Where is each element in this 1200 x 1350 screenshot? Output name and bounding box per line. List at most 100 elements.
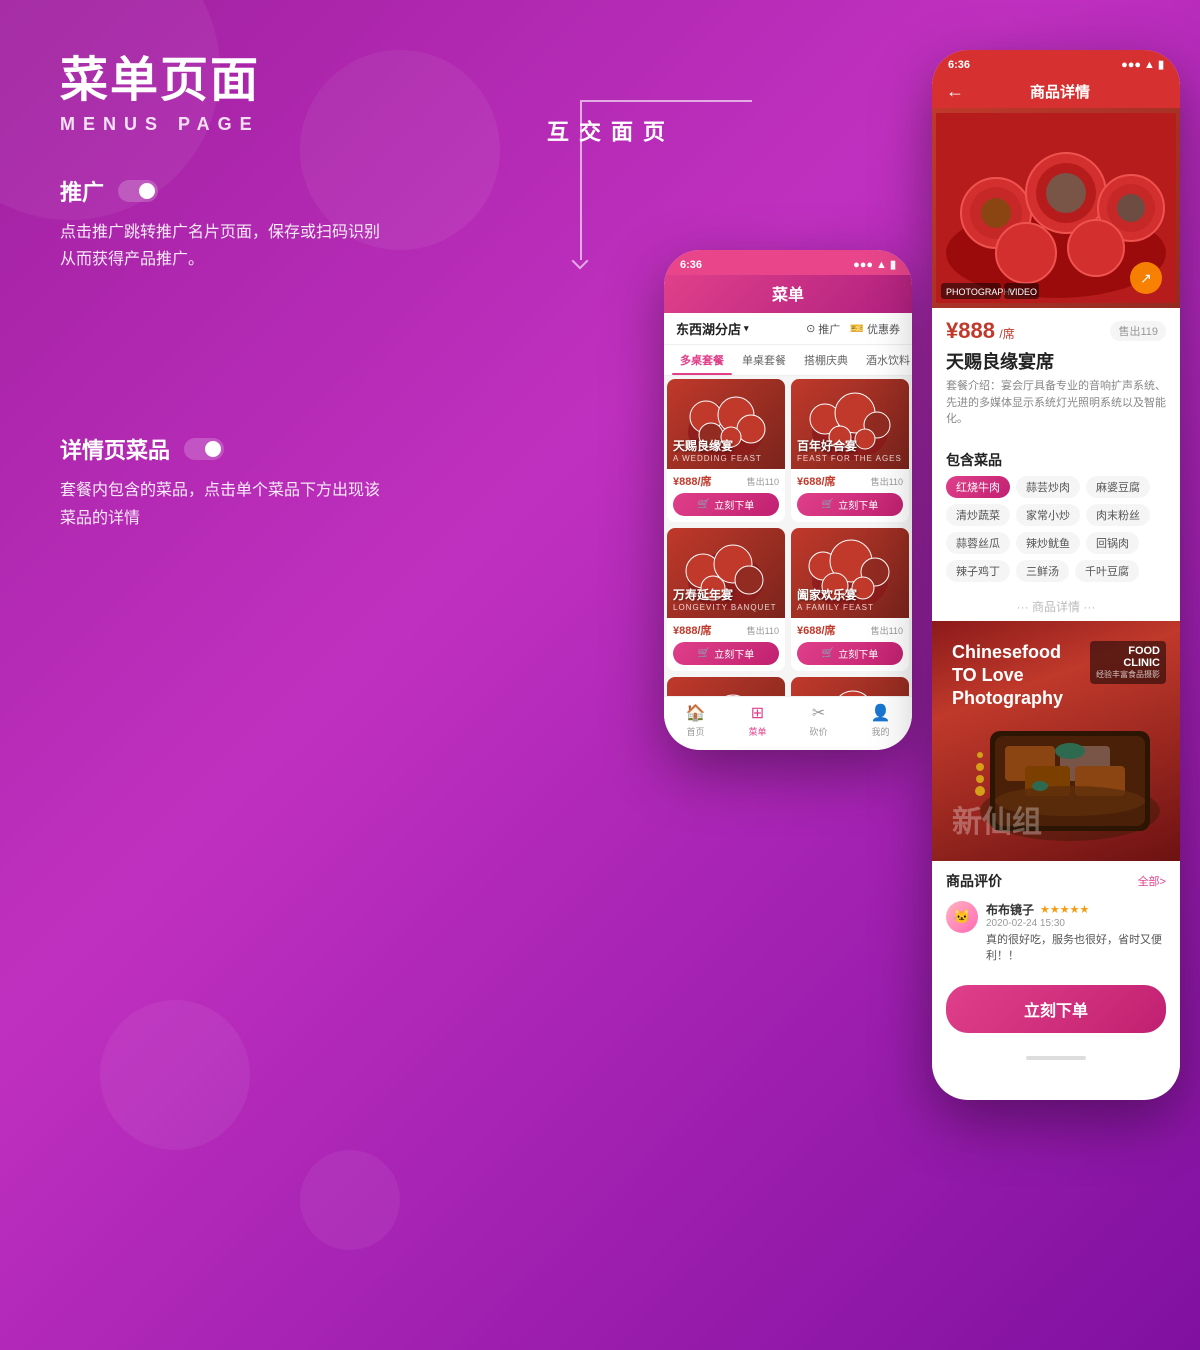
product-detail-header: ← 商品详情 [932,75,1180,108]
chevron-down-icon: ▾ [744,323,749,334]
dish-tag-8[interactable]: 回锅肉 [1086,532,1139,554]
dish-tag-7[interactable]: 辣炒鱿鱼 [1016,532,1080,554]
signal-icon-right: ●●● [1121,59,1141,71]
comment-name-row: 布布镜子 ★★★★★ [986,901,1166,918]
detail-divider: ··· 商品详情 ··· [932,592,1180,621]
cart-icon: 🛒 [698,499,710,510]
home-indicator-right [1026,1056,1086,1060]
card4-order-btn[interactable]: 🛒 立刻下单 [797,642,903,665]
card4-info: ¥688/席 售出110 [791,618,909,640]
status-bar-left: 6:36 ●●● ▲ ▮ [664,250,912,275]
home-icon: 🏠 [686,703,706,723]
bottom-nav: 🏠 首页 ⊞ 菜单 ✂ 砍价 👤 我的 [664,696,912,748]
menu-card-1[interactable]: 天赐良缘宴 A WEDDING FEAST ¥888/席 售出110 🛒 立刻下… [667,379,785,522]
battery-icon-right: ▮ [1158,58,1164,71]
dish-tags-container: 红烧牛肉 蒜芸炒肉 麻婆豆腐 清炒蔬菜 家常小炒 肉末粉丝 蒜蓉丝瓜 辣炒鱿鱼 … [932,476,1180,592]
product-header-title: 商品详情 [972,81,1148,102]
comments-all-link[interactable]: 全部> [1138,873,1166,889]
branch-bar: 东西湖分店 ▾ ⊙ 推广 🎫 优惠券 [664,313,912,345]
menu-card-2[interactable]: 百年好合宴 FEAST FOR THE AGES ¥688/席 售出110 🛒 … [791,379,909,522]
card4-title-overlay: 阖家欢乐宴 A FAMILY FEAST [797,586,874,612]
dish-tag-11[interactable]: 千叶豆腐 [1075,560,1139,582]
cart-icon: 🛒 [698,648,710,659]
comments-title: 商品评价 [946,871,1002,891]
card1-order-btn[interactable]: 🛒 立刻下单 [673,493,779,516]
status-bar-right: 6:36 ●●● ▲ ▮ [932,50,1180,75]
svg-text:↗: ↗ [1140,270,1152,286]
promote-toggle[interactable] [118,180,158,202]
detail-toggle[interactable] [184,438,224,460]
comment-date: 2020-02-24 15:30 [986,918,1166,929]
nav-home[interactable]: 🏠 首页 [686,703,706,738]
feature-detail-label: 详情页菜品 [60,433,170,465]
feature-promote: 推广 点击推广跳转推广名片页面，保存或扫码识别从而获得产品推广。 [60,175,380,273]
order-button[interactable]: 立刻下单 [946,985,1166,1033]
feature-promote-desc: 点击推广跳转推广名片页面，保存或扫码识别从而获得产品推广。 [60,219,380,273]
product-info-section: ¥888 /席 售出119 天赐良缘宴席 套餐介绍：宴会厅具备专业的音响扩声系统… [932,308,1180,442]
cart-icon: 🛒 [822,499,834,510]
page-title-zh: 菜单页面 [60,40,380,110]
nav-menu[interactable]: ⊞ 菜单 [748,703,766,738]
signal-icon: ●●● [853,259,873,271]
menu-card-3[interactable]: 万寿延年宴 LONGEVITY BANQUET ¥888/席 售出110 🛒 立… [667,528,785,671]
card2-title-overlay: 百年好合宴 FEAST FOR THE AGES [797,437,902,463]
comments-section: 商品评价 全部> 🐱 布布镜子 ★★★★★ 2020-02-24 15:30 真… [932,861,1180,975]
back-button[interactable]: ← [946,81,964,102]
comments-header: 商品评价 全部> [946,871,1166,891]
menu-card-4[interactable]: 阖家欢乐宴 A FAMILY FEAST ¥688/席 售出110 🛒 立刻下单 [791,528,909,671]
profile-icon: 👤 [871,703,891,723]
menu-tabs: 多桌套餐 单桌套餐 搭棚庆典 酒水饮料 伴手礼 [664,345,912,376]
tab-drinks[interactable]: 酒水饮料 [858,345,912,375]
wifi-icon-right: ▲ [1144,59,1155,71]
tab-tent[interactable]: 搭棚庆典 [796,345,856,375]
promote-icon: ⊙ [806,322,815,335]
card3-title-overlay: 万寿延年宴 LONGEVITY BANQUET [673,586,777,612]
coupon-icon: 🎫 [850,322,864,335]
order-btn-container: 立刻下单 [932,975,1180,1049]
promote-action[interactable]: ⊙ 推广 [806,321,840,337]
product-desc: 套餐介绍：宴会厅具备专业的音响扩声系统、先进的多媒体显示系统灯光照明系统以及智能… [946,378,1166,428]
price-row: ¥888 /席 售出119 [946,318,1166,344]
menu-card-5[interactable]: 万寿延年宴 LONGEVITY BANQUET ¥888/席 售出110 [667,677,785,696]
card1-info: ¥888/席 售出110 [667,469,785,491]
home-bar-right [932,1049,1180,1067]
coupon-label: 优惠券 [867,321,900,337]
dish-tag-5[interactable]: 肉末粉丝 [1086,504,1150,526]
nav-bargain[interactable]: ✂ 砍价 [810,703,828,738]
menu-grid: 天赐良缘宴 A WEDDING FEAST ¥888/席 售出110 🛒 立刻下… [664,376,912,696]
card2-order-btn[interactable]: 🛒 立刻下单 [797,493,903,516]
phone-menu-list: 6:36 ●●● ▲ ▮ 菜单 东西湖分店 ▾ ⊙ 推广 � [664,250,912,750]
phone-product-detail: 6:36 ●●● ▲ ▮ ← 商品详情 [932,50,1180,1100]
tab-multi-table[interactable]: 多桌套餐 [672,345,732,375]
dish-tag-4[interactable]: 家常小炒 [1016,504,1080,526]
card3-info: ¥888/席 售出110 [667,618,785,640]
tab-single-table[interactable]: 单桌套餐 [734,345,794,375]
feature-promote-label: 推广 [60,175,104,207]
time-left: 6:36 [680,259,702,271]
dish-tag-9[interactable]: 辣子鸡丁 [946,560,1010,582]
comment-stars: ★★★★★ [1040,903,1089,916]
feature-detail-desc: 套餐内包含的菜品，点击单个菜品下方出现该菜品的详情 [60,477,380,531]
menu-header-title: 菜单 [772,287,804,304]
dish-tag-0[interactable]: 红烧牛肉 [946,476,1010,498]
dish-tag-10[interactable]: 三鲜汤 [1016,560,1069,582]
card1-title-overlay: 天赐良缘宴 A WEDDING FEAST [673,437,762,463]
promote-label: 推广 [818,321,840,337]
dish-tag-2[interactable]: 麻婆豆腐 [1086,476,1150,498]
battery-icon: ▮ [890,258,896,271]
annotation-text: 页面交互 [540,120,668,146]
dish-tag-1[interactable]: 蒜芸炒肉 [1016,476,1080,498]
bargain-icon: ✂ [812,703,825,723]
card3-order-btn[interactable]: 🛒 立刻下单 [673,642,779,665]
menu-card-6[interactable]: 阖家欢乐宴 A FAMILY FEAST ¥688/席 售出110 [791,677,909,696]
coupon-action[interactable]: 🎫 优惠券 [850,321,900,337]
watermark: 新仙组 [952,797,1042,841]
menu-icon: ⊞ [751,703,764,723]
comment-name: 布布镜子 [986,901,1034,918]
comment-text: 真的很好吃，服务也很好，省时又便利！！ [986,932,1166,965]
dish-tag-3[interactable]: 清炒蔬菜 [946,504,1010,526]
branch-name[interactable]: 东西湖分店 ▾ [676,319,749,338]
nav-profile[interactable]: 👤 我的 [871,703,891,738]
dish-tag-6[interactable]: 蒜蓉丝瓜 [946,532,1010,554]
food-photo-section: ChinesefoodTO LovePhotography FOODCLINIC… [932,621,1180,861]
